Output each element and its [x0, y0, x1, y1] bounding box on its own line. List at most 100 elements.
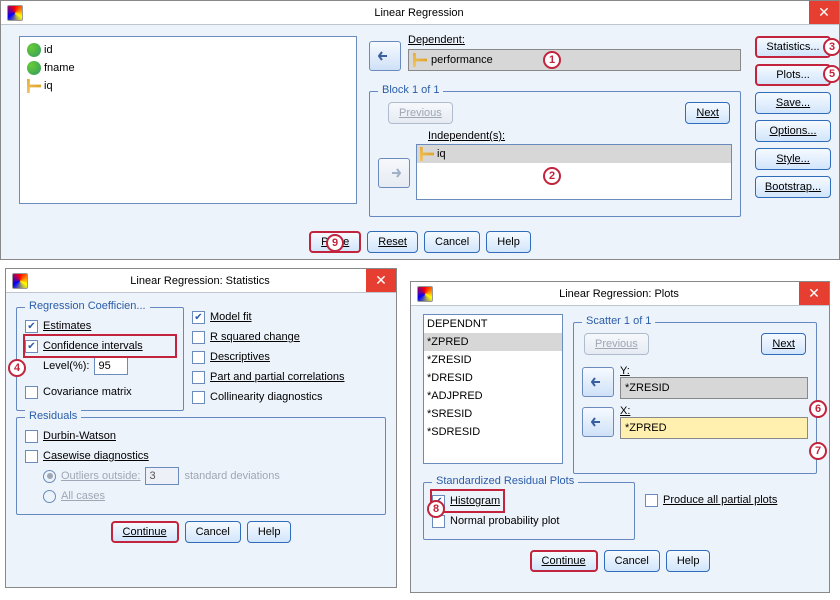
- srp-group: Standardized Residual Plots ✔Histogram N…: [423, 482, 635, 540]
- indep-list[interactable]: iq: [416, 144, 732, 200]
- list-item[interactable]: DEPENDNT: [424, 315, 562, 333]
- close-icon[interactable]: ✕: [366, 269, 396, 292]
- list-item[interactable]: iq: [24, 77, 352, 95]
- badge-9: 9: [326, 234, 344, 252]
- nominal-icon: [27, 43, 41, 57]
- resid-group: Residuals Durbin-Watson Casewise diagnos…: [16, 417, 386, 515]
- desc-check[interactable]: Descriptives: [192, 347, 386, 367]
- collin-check[interactable]: Collinearity diagnostics: [192, 387, 386, 407]
- list-item[interactable]: *SDRESID: [424, 423, 562, 441]
- dependent-field[interactable]: performance: [408, 49, 741, 71]
- badge-5: 5: [823, 65, 840, 83]
- partcorr-check[interactable]: Part and partial correlations: [192, 367, 386, 387]
- block-legend: Block 1 of 1: [378, 84, 443, 96]
- block-group: Block 1 of 1 Previous Next Independent(s…: [369, 91, 741, 217]
- nominal-icon: [27, 61, 41, 75]
- next-button[interactable]: Next: [685, 102, 730, 124]
- help-button[interactable]: Help: [486, 231, 531, 253]
- plots-button[interactable]: Plots...: [755, 64, 831, 86]
- scatter-group: Scatter 1 of 1 Previous Next Y: *ZRESID …: [573, 322, 817, 474]
- ci-check[interactable]: ✔Confidence intervals: [25, 336, 175, 356]
- badge-3: 3: [823, 38, 840, 56]
- move-y-button[interactable]: [582, 367, 614, 397]
- app-icon: [7, 5, 23, 21]
- y-field[interactable]: *ZRESID: [620, 377, 808, 399]
- outliers-radio: Outliers outside:standard deviations: [43, 466, 377, 486]
- coef-group: Regression Coefficien... ✔Estimates ✔Con…: [16, 307, 184, 411]
- list-item[interactable]: *ADJPRED: [424, 387, 562, 405]
- indep-label: Independent(s):: [428, 130, 732, 142]
- stats-cancel-button[interactable]: Cancel: [185, 521, 241, 543]
- list-item[interactable]: *SRESID: [424, 405, 562, 423]
- main-dialog: Linear Regression ✕ id fname iq Dependen…: [0, 0, 840, 260]
- list-item[interactable]: *ZPRED: [424, 333, 562, 351]
- resid-legend: Residuals: [25, 410, 81, 422]
- plots-var-list[interactable]: DEPENDNT *ZPRED *ZRESID *DRESID *ADJPRED…: [423, 314, 563, 464]
- plots-dialog: Linear Regression: Plots ✕ DEPENDNT *ZPR…: [410, 281, 830, 593]
- reset-button[interactable]: Reset: [367, 231, 418, 253]
- app-icon: [417, 286, 433, 302]
- badge-6: 6: [809, 400, 827, 418]
- scatter-legend: Scatter 1 of 1: [582, 315, 655, 327]
- plots-help-button[interactable]: Help: [666, 550, 711, 572]
- stats-help-button[interactable]: Help: [247, 521, 292, 543]
- npp-check[interactable]: Normal probability plot: [432, 511, 626, 531]
- prev-button: Previous: [388, 102, 453, 124]
- casewise-check[interactable]: Casewise diagnostics: [25, 446, 377, 466]
- list-item[interactable]: id: [24, 41, 352, 59]
- save-button[interactable]: Save...: [755, 92, 831, 114]
- plots-next-button[interactable]: Next: [761, 333, 806, 355]
- close-icon[interactable]: ✕: [809, 1, 839, 24]
- r2-check[interactable]: R squared change: [192, 327, 386, 347]
- move-dep-button[interactable]: [369, 41, 401, 71]
- move-indep-button[interactable]: [378, 158, 410, 188]
- move-x-button[interactable]: [582, 407, 614, 437]
- stats-continue-button[interactable]: Continue: [111, 521, 179, 543]
- app-icon: [12, 273, 28, 289]
- stats-titlebar: Linear Regression: Statistics ✕: [6, 269, 396, 293]
- dw-check[interactable]: Durbin-Watson: [25, 426, 377, 446]
- plots-titlebar: Linear Regression: Plots ✕: [411, 282, 829, 306]
- coef-legend: Regression Coefficien...: [25, 300, 150, 312]
- stats-title: Linear Regression: Statistics: [34, 275, 366, 287]
- level-input[interactable]: [94, 357, 128, 375]
- plots-cancel-button[interactable]: Cancel: [604, 550, 660, 572]
- outliers-input: [145, 467, 179, 485]
- x-field[interactable]: *ZPRED: [620, 417, 808, 439]
- estimates-check[interactable]: ✔Estimates: [25, 316, 175, 336]
- list-item[interactable]: fname: [24, 59, 352, 77]
- source-var-list[interactable]: id fname iq: [19, 36, 357, 204]
- list-item[interactable]: *DRESID: [424, 369, 562, 387]
- partial-check[interactable]: Produce all partial plots: [645, 490, 777, 510]
- close-icon[interactable]: ✕: [799, 282, 829, 305]
- badge-7: 7: [809, 442, 827, 460]
- main-titlebar: Linear Regression ✕: [1, 1, 839, 25]
- cancel-button[interactable]: Cancel: [424, 231, 480, 253]
- badge-8: 8: [427, 500, 445, 518]
- cov-check[interactable]: Covariance matrix: [25, 382, 175, 402]
- options-button[interactable]: Options...: [755, 120, 831, 142]
- style-button[interactable]: Style...: [755, 148, 831, 170]
- allcases-radio: All cases: [43, 486, 377, 506]
- scale-icon: [420, 147, 434, 161]
- plots-title: Linear Regression: Plots: [439, 288, 799, 300]
- statistics-button[interactable]: Statistics...: [755, 36, 831, 58]
- stats-dialog: Linear Regression: Statistics ✕ Regressi…: [5, 268, 397, 588]
- badge-1: 1: [543, 51, 561, 69]
- dependent-label: Dependent:: [408, 34, 465, 46]
- bootstrap-button[interactable]: Bootstrap...: [755, 176, 831, 198]
- main-title: Linear Regression: [29, 7, 809, 19]
- plots-continue-button[interactable]: Continue: [530, 550, 598, 572]
- list-item[interactable]: *ZRESID: [424, 351, 562, 369]
- list-item[interactable]: iq: [417, 145, 731, 163]
- x-label: X:: [620, 405, 808, 417]
- scale-icon: [413, 53, 427, 67]
- level-row: Level(%):: [43, 356, 175, 376]
- badge-2: 2: [543, 167, 561, 185]
- modelfit-check[interactable]: ✔Model fit: [192, 307, 386, 327]
- scale-icon: [27, 79, 41, 93]
- plots-prev-button: Previous: [584, 333, 649, 355]
- y-label: Y:: [620, 365, 808, 377]
- srp-legend: Standardized Residual Plots: [432, 475, 578, 487]
- badge-4: 4: [8, 359, 26, 377]
